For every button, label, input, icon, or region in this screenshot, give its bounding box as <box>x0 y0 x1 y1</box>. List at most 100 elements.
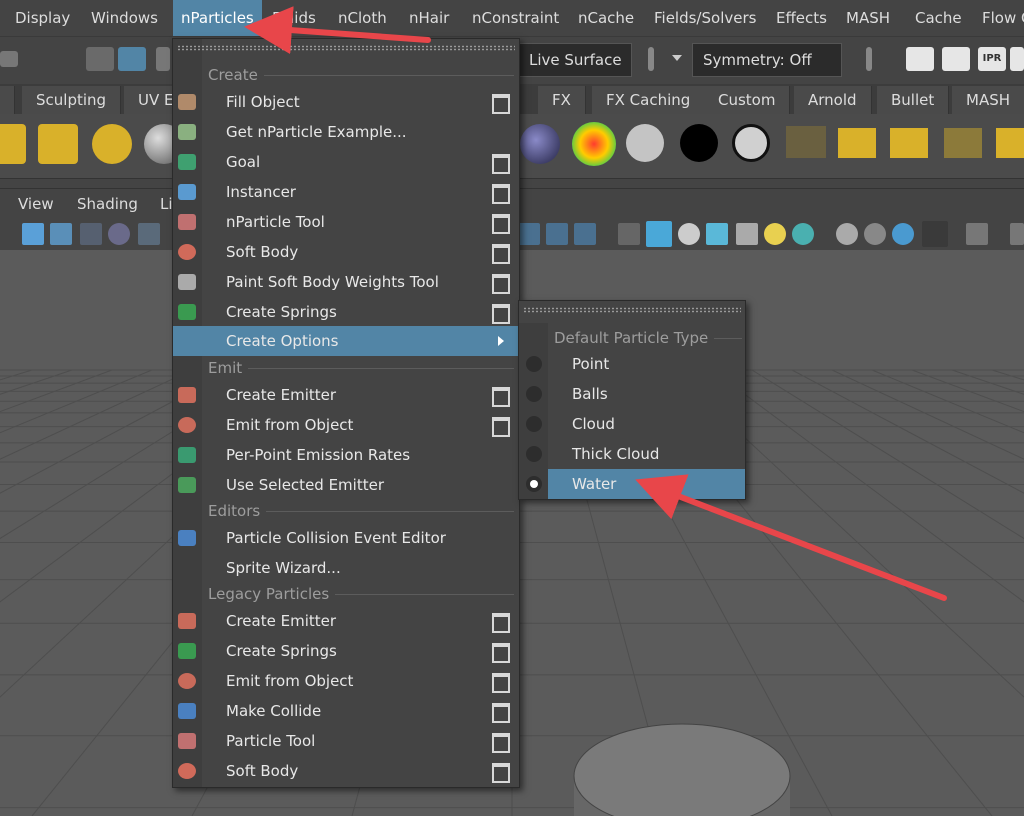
radio-button-icon[interactable] <box>526 356 542 372</box>
submenu-tearoff-handle[interactable] <box>523 307 741 313</box>
option-box-icon[interactable] <box>492 304 510 324</box>
tab-fx-caching[interactable]: FX Caching <box>592 86 706 114</box>
black-sphere-icon[interactable] <box>680 124 718 162</box>
menu-cache[interactable]: Cache <box>907 0 970 36</box>
tab-custom[interactable]: Custom <box>704 86 791 114</box>
option-box-icon[interactable] <box>492 387 510 407</box>
heatmap-sphere-icon[interactable] <box>572 122 616 166</box>
bookmark-icon[interactable] <box>80 223 102 245</box>
viewport-menu-view[interactable]: View <box>18 189 54 219</box>
tab-mash[interactable]: MASH <box>952 86 1024 114</box>
select-hierarchy-icon[interactable] <box>86 47 114 71</box>
tab-arnold[interactable]: Arnold <box>794 86 872 114</box>
menu-effects[interactable]: Effects <box>768 0 835 36</box>
menu-item-fill-object[interactable]: Fill Object <box>173 87 519 117</box>
clapper-disabled-icon[interactable] <box>890 128 928 158</box>
menu-item-create-springs[interactable]: Create Springs <box>173 297 519 327</box>
depth-of-field-icon[interactable] <box>892 223 914 245</box>
live-surface-field[interactable]: Live Surface <box>518 43 632 77</box>
menu-item-paint-soft-body-weights[interactable]: Paint Soft Body Weights Tool <box>173 267 519 297</box>
tab-sculpting[interactable]: Sculpting <box>22 86 122 114</box>
text-overlay-icon[interactable] <box>574 223 596 245</box>
ipr-render-icon[interactable]: IPR <box>978 47 1006 71</box>
ambient-occlusion-icon[interactable] <box>792 223 814 245</box>
menu-mash[interactable]: MASH <box>838 0 898 36</box>
tab-hidden[interactable] <box>0 86 15 114</box>
radio-button-icon[interactable] <box>526 446 542 462</box>
xray-icon[interactable] <box>966 223 988 245</box>
select-object-icon[interactable] <box>118 47 146 71</box>
option-box-icon[interactable] <box>492 244 510 264</box>
menu-item-legacy-create-springs[interactable]: Create Springs <box>173 636 519 666</box>
grey-sphere-icon[interactable] <box>626 124 664 162</box>
option-water[interactable]: Water <box>519 469 745 499</box>
viewport-menu-lighting[interactable]: Li <box>160 189 173 219</box>
option-point[interactable]: Point <box>519 349 745 379</box>
menu-item-legacy-create-emitter[interactable]: Create Emitter <box>173 606 519 636</box>
option-cloud[interactable]: Cloud <box>519 409 745 439</box>
lights-icon[interactable] <box>764 223 786 245</box>
tab-fx[interactable]: FX <box>538 86 586 114</box>
textured-icon[interactable] <box>706 223 728 245</box>
camera-icon[interactable] <box>92 124 132 164</box>
menu-item-use-selected-emitter[interactable]: Use Selected Emitter <box>173 470 519 500</box>
menu-item-instancer[interactable]: Instancer <box>173 177 519 207</box>
tab-bullet[interactable]: Bullet <box>877 86 950 114</box>
menu-item-goal[interactable]: Goal <box>173 147 519 177</box>
menu-flow[interactable]: Flow C <box>974 0 1024 36</box>
clapper-icon[interactable] <box>838 128 876 158</box>
menu-tearoff-handle[interactable] <box>177 45 515 51</box>
option-box-icon[interactable] <box>492 184 510 204</box>
option-box-icon[interactable] <box>492 214 510 234</box>
menu-item-emit-from-object[interactable]: Emit from Object <box>173 410 519 440</box>
option-box-icon[interactable] <box>492 643 510 663</box>
menu-nhair[interactable]: nHair <box>401 0 457 36</box>
menu-ncloth[interactable]: nCloth <box>330 0 395 36</box>
option-box-icon[interactable] <box>492 733 510 753</box>
shelf-tool-icon[interactable] <box>0 124 26 164</box>
arrow-icon[interactable] <box>0 51 18 67</box>
menu-item-per-point-emission-rates[interactable]: Per-Point Emission Rates <box>173 440 519 470</box>
smooth-shade-icon[interactable] <box>646 221 672 247</box>
resolution-gate-icon[interactable] <box>546 223 568 245</box>
antialiasing-icon[interactable] <box>864 223 886 245</box>
menu-item-soft-body[interactable]: Soft Body <box>173 237 519 267</box>
radio-button-selected-icon[interactable] <box>526 476 542 492</box>
clapper-extra-icon[interactable] <box>996 128 1024 158</box>
white-sphere-icon[interactable] <box>732 124 770 162</box>
wireframe-icon[interactable] <box>618 223 640 245</box>
option-box-icon[interactable] <box>492 673 510 693</box>
option-thick-cloud[interactable]: Thick Cloud <box>519 439 745 469</box>
menu-item-legacy-emit-from-object[interactable]: Emit from Object <box>173 666 519 696</box>
option-box-icon[interactable] <box>492 274 510 294</box>
menu-item-get-nparticle-example[interactable]: Get nParticle Example... <box>173 117 519 147</box>
menu-item-particle-collision-event-editor[interactable]: Particle Collision Event Editor <box>173 523 519 553</box>
checker-icon[interactable] <box>736 223 758 245</box>
symmetry-field[interactable]: Symmetry: Off <box>692 43 842 77</box>
menu-fluids[interactable]: Fluids <box>264 0 324 36</box>
menu-item-make-collide[interactable]: Make Collide <box>173 696 519 726</box>
shadows-icon[interactable] <box>678 223 700 245</box>
dropdown-arrow-icon[interactable] <box>672 55 682 61</box>
isolate-select-icon[interactable] <box>922 221 948 247</box>
option-balls[interactable]: Balls <box>519 379 745 409</box>
menu-item-sprite-wizard[interactable]: Sprite Wizard... <box>173 553 519 583</box>
select-camera-icon[interactable] <box>22 223 44 245</box>
menu-fields-solvers[interactable]: Fields/Solvers <box>646 0 764 36</box>
radio-button-icon[interactable] <box>526 416 542 432</box>
menu-display[interactable]: Display <box>7 0 78 36</box>
material-ball-icon[interactable] <box>520 124 560 164</box>
option-box-icon[interactable] <box>492 703 510 723</box>
render-settings-icon[interactable] <box>1010 47 1024 71</box>
menu-nconstraint[interactable]: nConstraint <box>464 0 567 36</box>
film-gate-icon[interactable] <box>518 223 540 245</box>
viewport-menu-shading[interactable]: Shading <box>77 189 138 219</box>
image-plane-icon[interactable] <box>108 223 130 245</box>
option-box-icon[interactable] <box>492 94 510 114</box>
menu-item-particle-tool[interactable]: Particle Tool <box>173 726 519 756</box>
menu-item-create-options[interactable]: Create Options <box>173 326 519 356</box>
menu-ncache[interactable]: nCache <box>570 0 642 36</box>
camera-aim-icon[interactable] <box>38 124 78 164</box>
option-box-icon[interactable] <box>492 613 510 633</box>
xray-joints-icon[interactable] <box>1010 223 1024 245</box>
